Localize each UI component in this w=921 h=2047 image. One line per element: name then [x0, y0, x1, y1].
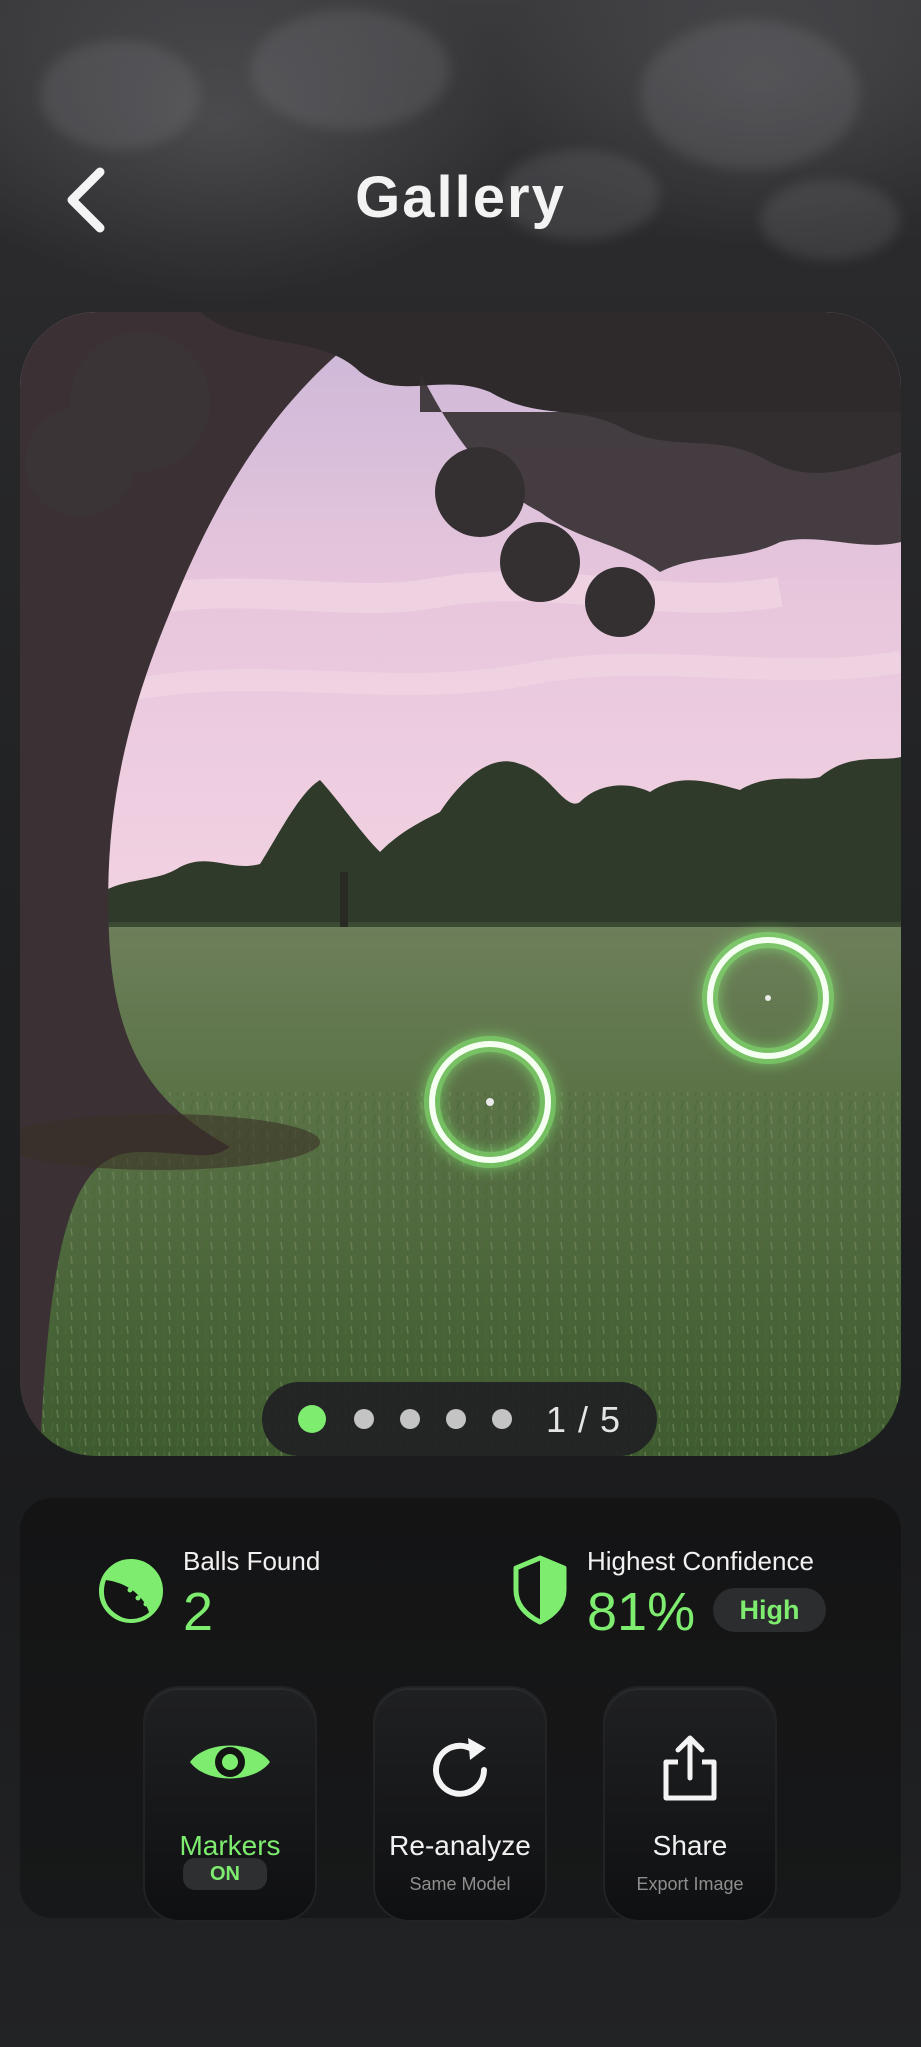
- refresh-icon: [433, 1738, 487, 1797]
- page-count: 1 / 5: [545, 1399, 621, 1440]
- page-dot-5[interactable]: [492, 1409, 512, 1429]
- balls-found-label: Balls Found: [183, 1546, 321, 1576]
- share-icon: [663, 1735, 717, 1801]
- header: Gallery: [0, 150, 921, 250]
- markers-state-badge: ON: [183, 1858, 267, 1890]
- page-dot-3[interactable]: [400, 1409, 420, 1429]
- page-dot-4[interactable]: [446, 1409, 466, 1429]
- share-sublabel: Export Image: [636, 1874, 744, 1894]
- gallery-photo[interactable]: [20, 312, 901, 1456]
- reanalyze-button[interactable]: Re-analyze Same Model: [375, 1688, 545, 1920]
- eye-icon: [190, 1745, 270, 1779]
- page-indicator: 1 / 5: [262, 1382, 657, 1456]
- shield-icon: [512, 1554, 568, 1631]
- page-title: Gallery: [355, 165, 566, 230]
- share-button[interactable]: Share Export Image: [605, 1688, 775, 1920]
- balls-found-value: 2: [183, 1582, 214, 1642]
- golf-ball-icon: [98, 1558, 164, 1629]
- page-dot-2[interactable]: [354, 1409, 374, 1429]
- page-dot-1[interactable]: [298, 1405, 326, 1433]
- reanalyze-label: Re-analyze: [389, 1830, 531, 1861]
- share-label: Share: [652, 1830, 728, 1861]
- highest-confidence-value: 81%: [587, 1582, 696, 1642]
- reanalyze-sublabel: Same Model: [409, 1874, 511, 1894]
- confidence-level-badge: High: [713, 1588, 826, 1632]
- highest-confidence-label: Highest Confidence: [587, 1546, 814, 1576]
